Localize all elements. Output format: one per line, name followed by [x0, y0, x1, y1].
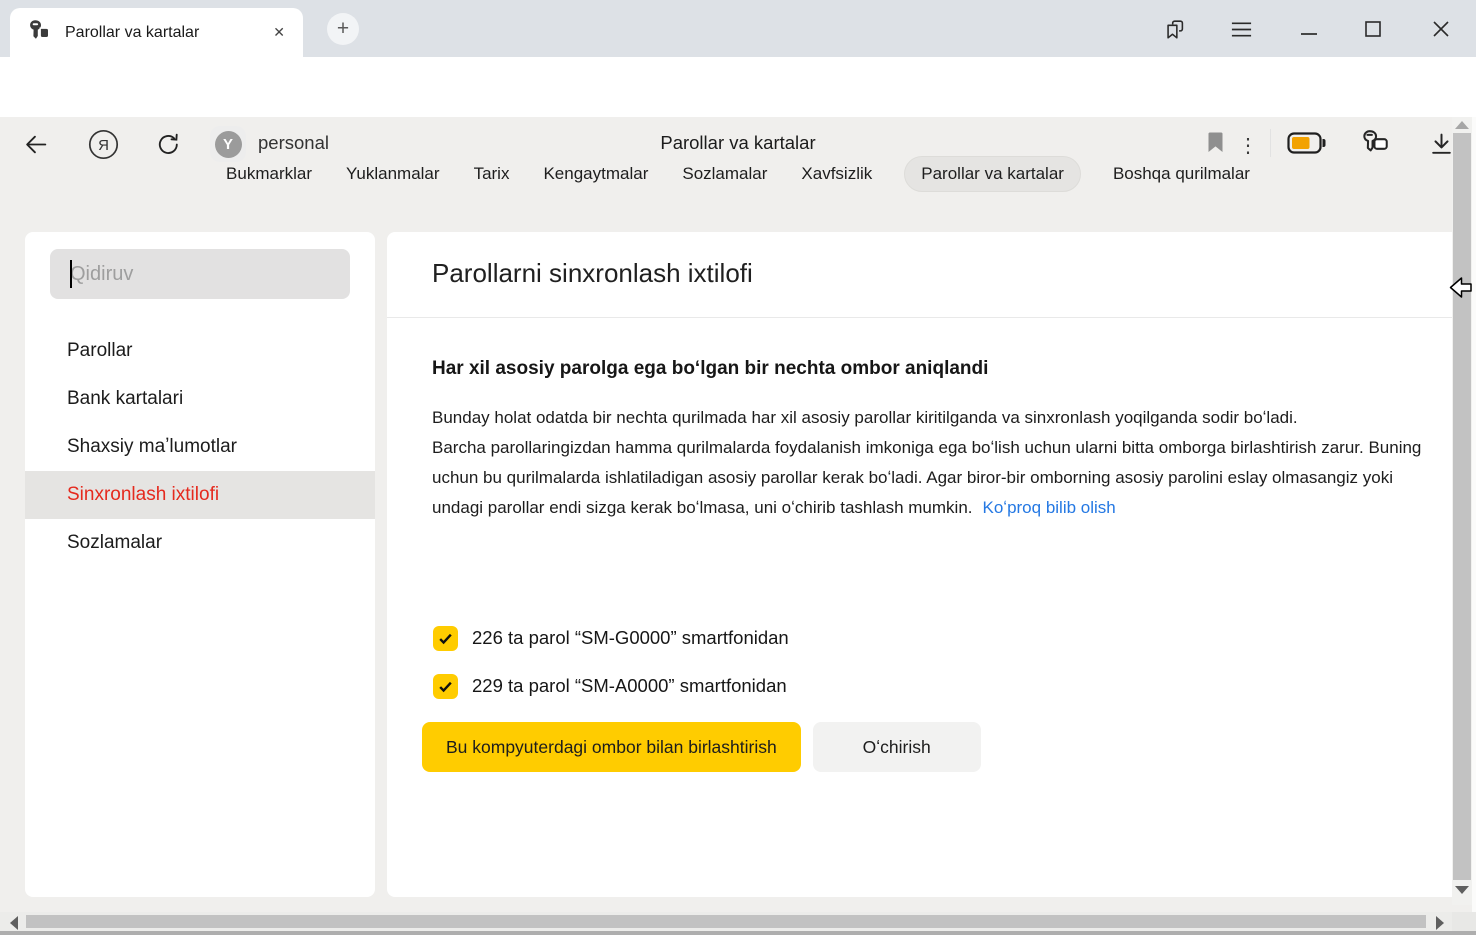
- plus-icon: +: [337, 17, 349, 41]
- scroll-down-arrow[interactable]: [1455, 886, 1469, 894]
- scroll-up-arrow[interactable]: [1455, 121, 1469, 129]
- bookmark-icon[interactable]: [1207, 132, 1224, 153]
- paragraph-2: Barcha parollaringizdan hamma qurilmalar…: [432, 438, 1421, 517]
- nav-parollar-va-kartalar[interactable]: Parollar va kartalar: [904, 156, 1081, 192]
- vertical-scrollbar-thumb[interactable]: [1453, 133, 1471, 880]
- profile-avatar: Y: [215, 131, 242, 158]
- window-edge: [1472, 117, 1476, 931]
- tab-bar: Parollar va kartalar ✕ +: [0, 0, 1476, 57]
- merge-button[interactable]: Bu kompyuterdagi ombor bilan birlashtiri…: [422, 722, 801, 772]
- back-icon[interactable]: [23, 131, 50, 158]
- tab-title: Parollar va kartalar: [65, 24, 269, 42]
- window-bottom-border: [0, 931, 1476, 935]
- vault-row: 226 ta parol “SM-G0000” smartfonidan: [433, 624, 789, 652]
- vault-row: 229 ta parol “SM-A0000” smartfonidan: [433, 672, 787, 700]
- menu-icon[interactable]: [1229, 17, 1253, 41]
- page-title: Parollarni sinxronlash ixtilofi: [432, 258, 753, 289]
- horizontal-scrollbar-thumb[interactable]: [26, 915, 1426, 928]
- nav-boshqa-qurilmalar[interactable]: Boshqa qurilmalar: [1111, 157, 1252, 191]
- sidebar-item-shaxsiy-malumotlar[interactable]: Shaxsiy maʼlumotlar: [25, 423, 375, 471]
- side-panel-icon[interactable]: [1163, 17, 1187, 41]
- nav-xavfsizlik[interactable]: Xavfsizlik: [799, 157, 874, 191]
- svg-text:Я: Я: [98, 137, 109, 154]
- nav-yuklanmalar[interactable]: Yuklanmalar: [344, 157, 442, 191]
- delete-button[interactable]: Oʻchirish: [813, 722, 981, 772]
- browser-tab[interactable]: Parollar va kartalar ✕: [10, 8, 303, 57]
- sidebar-item-bank-kartalari[interactable]: Bank kartalari: [25, 375, 375, 423]
- tab-close-icon[interactable]: ✕: [269, 22, 289, 43]
- search-box: [50, 249, 350, 299]
- toolbar-divider: [1270, 129, 1271, 157]
- browser-window: Parollar va kartalar ✕ +: [0, 0, 1476, 935]
- download-icon[interactable]: [1428, 131, 1455, 158]
- reload-icon[interactable]: [155, 131, 182, 158]
- search-input[interactable]: [50, 249, 350, 299]
- profile-name: personal: [258, 132, 329, 154]
- vault-label: 229 ta parol “SM-A0000” smartfonidan: [472, 675, 787, 697]
- learn-more-link[interactable]: Koʻproq bilib olish: [983, 498, 1116, 517]
- battery-icon[interactable]: [1287, 132, 1327, 154]
- sidebar-item-parollar[interactable]: Parollar: [25, 327, 375, 375]
- scroll-right-arrow[interactable]: [1436, 916, 1444, 930]
- new-tab-button[interactable]: +: [327, 13, 359, 45]
- vault-label: 226 ta parol “SM-G0000” smartfonidan: [472, 627, 789, 649]
- scroll-left-arrow[interactable]: [10, 916, 18, 930]
- conflict-description: Bunday holat odatda bir nechta qurilmada…: [432, 403, 1446, 523]
- sidebar-list: Parollar Bank kartalari Shaxsiy maʼlumot…: [25, 327, 375, 567]
- scrollbar-corner: [1452, 912, 1476, 931]
- toolbar: Я Y personal Parollar va kartalar ⋮: [0, 57, 1476, 117]
- sidebar-item-sozlamalar[interactable]: Sozlamalar: [25, 519, 375, 567]
- maximize-icon[interactable]: [1361, 17, 1385, 41]
- main-panel: Parollarni sinxronlash ixtilofi Har xil …: [387, 232, 1452, 897]
- window-close-icon[interactable]: [1429, 17, 1453, 41]
- checkbox-checked-icon[interactable]: [433, 674, 458, 699]
- sidebar-item-sinxronlash-ixtilofi[interactable]: Sinxronlash ixtilofi: [25, 471, 375, 519]
- divider: [387, 317, 1452, 318]
- passwords-favicon-icon: [28, 19, 50, 46]
- conflict-heading: Har xil asosiy parolga ega boʻlgan bir n…: [432, 358, 988, 380]
- paragraph-1: Bunday holat odatda bir nechta qurilmada…: [432, 408, 1298, 427]
- text-caret: [70, 260, 72, 288]
- settings-nav: Bukmarklar Yuklanmalar Tarix Kengaytmala…: [0, 155, 1476, 193]
- sidebar: Parollar Bank kartalari Shaxsiy maʼlumot…: [25, 232, 375, 897]
- action-buttons: Bu kompyuterdagi ombor bilan birlashtiri…: [422, 722, 981, 772]
- nav-sozlamalar[interactable]: Sozlamalar: [680, 157, 769, 191]
- checkbox-checked-icon[interactable]: [433, 626, 458, 651]
- nav-bukmarklar[interactable]: Bukmarklar: [224, 157, 314, 191]
- nav-tarix[interactable]: Tarix: [472, 157, 512, 191]
- nav-kengaytmalar[interactable]: Kengaytmalar: [541, 157, 650, 191]
- minimize-icon[interactable]: [1297, 17, 1321, 41]
